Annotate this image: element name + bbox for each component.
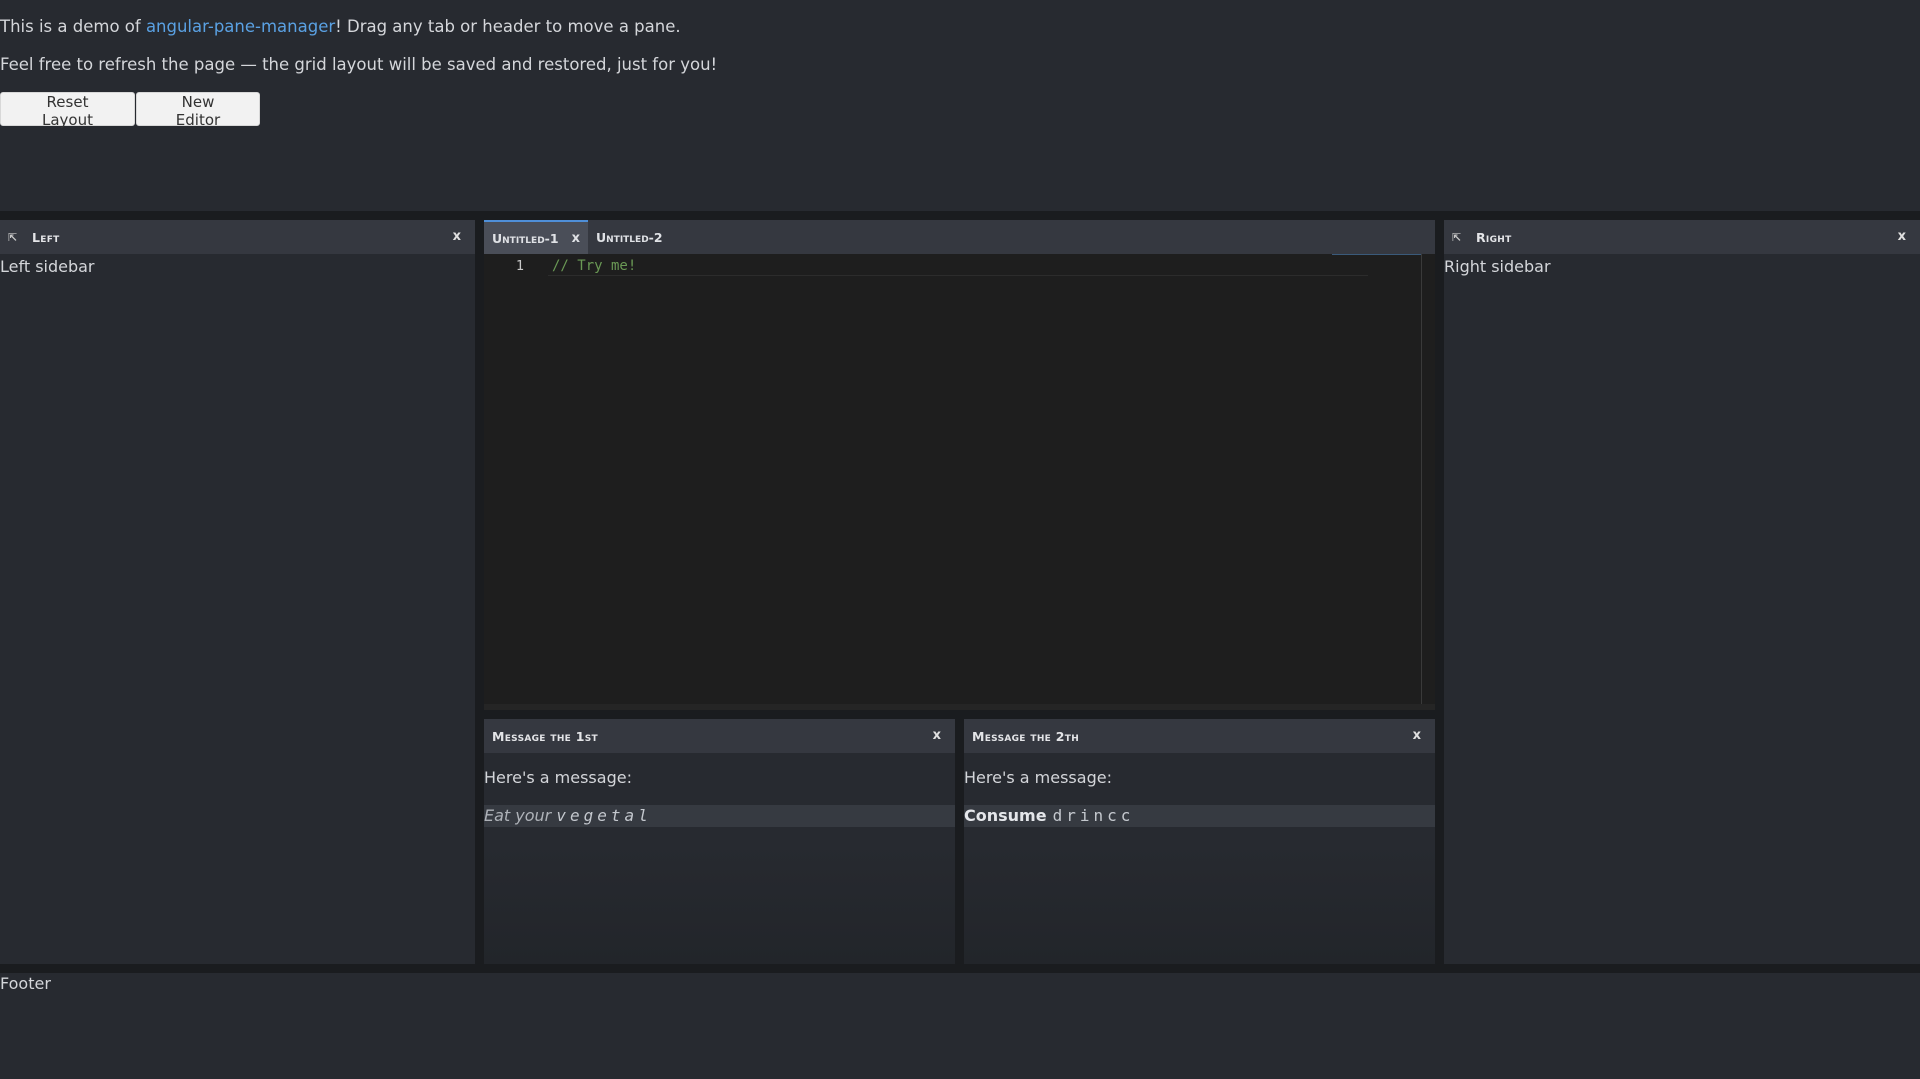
minimap-slider[interactable] — [1332, 254, 1422, 255]
new-editor-button[interactable]: New Editor — [136, 92, 260, 129]
left-pane-title: Left — [32, 229, 60, 245]
message-1-italic: Eat your — [484, 806, 552, 825]
left-pane-body: Left sidebar — [0, 257, 95, 276]
message-1-close-button[interactable]: x — [933, 728, 941, 743]
pane-fade — [964, 844, 1435, 964]
tab-close-button[interactable]: x — [572, 231, 580, 246]
message-1-spaced: vegetal — [556, 806, 652, 825]
editor-tab-bar: Untitled-1 x Untitled-2 — [484, 220, 1435, 254]
intro: This is a demo of angular-pane-manager! … — [0, 17, 717, 75]
message-1-field[interactable]: Eat your vegetal — [484, 805, 955, 827]
intro-line-2: Feel free to refresh the page — the grid… — [0, 55, 718, 74]
code-editor[interactable]: 1 // Try me! — [484, 254, 1435, 710]
message-1-pane: Message the 1st x Here's a message: Eat … — [484, 719, 955, 964]
editor-messages-gutter[interactable] — [484, 710, 1435, 719]
tab-untitled-1[interactable]: Untitled-1 x — [484, 220, 588, 254]
right-pane: ⇱ Right x Right sidebar — [1444, 220, 1920, 964]
message-1-header[interactable]: Message the 1st x — [484, 719, 955, 753]
right-pane-body: Right sidebar — [1444, 257, 1551, 276]
left-pane-header[interactable]: ⇱ Left x — [0, 220, 475, 254]
message-2-body: Here's a message: Consume drincc — [964, 753, 1435, 827]
message-2-spaced: drincc — [1052, 806, 1135, 825]
right-pane-close-button[interactable]: x — [1898, 229, 1906, 244]
bottom-divider[interactable] — [0, 964, 1920, 973]
pane-fade — [484, 844, 955, 964]
tab-untitled-1-label: Untitled-1 — [492, 230, 559, 246]
code-comment: // Try me! — [552, 258, 637, 274]
action-buttons: Reset Layout New Editor — [0, 92, 260, 129]
intro-text: This is a demo of — [0, 17, 146, 36]
message-2-header[interactable]: Message the 2th x — [964, 719, 1435, 753]
message-2-close-button[interactable]: x — [1413, 728, 1421, 743]
reset-layout-button[interactable]: Reset Layout — [0, 92, 135, 129]
line-number: 1 — [515, 258, 524, 274]
message-2-bold: Consume — [964, 806, 1047, 825]
messages-gutter[interactable] — [955, 719, 964, 964]
left-gutter[interactable] — [475, 220, 484, 964]
pin-icon: ⇱ — [8, 230, 18, 244]
intro-line-1: This is a demo of angular-pane-manager! … — [0, 17, 717, 37]
intro-text-suffix: ! Drag any tab or header to move a pane. — [335, 17, 681, 36]
editor-pane: Untitled-1 x Untitled-2 1 // Try me! — [484, 220, 1435, 710]
message-1-body: Here's a message: Eat your vegetal — [484, 753, 955, 827]
left-pane: ⇱ Left x Left sidebar — [0, 220, 475, 964]
editor-line: 1 // Try me! — [484, 258, 1435, 277]
message-2-field[interactable]: Consume drincc — [964, 805, 1435, 827]
message-2-pane: Message the 2th x Here's a message: Cons… — [964, 719, 1435, 964]
top-divider[interactable] — [0, 211, 1920, 220]
message-2-label: Here's a message: — [964, 768, 1112, 787]
right-pane-header[interactable]: ⇱ Right x — [1444, 220, 1920, 254]
pin-icon: ⇱ — [1452, 230, 1462, 244]
minimap-border — [1421, 254, 1422, 710]
tab-untitled-2[interactable]: Untitled-2 — [588, 220, 671, 254]
right-gutter[interactable] — [1435, 220, 1444, 964]
right-pane-title: Right — [1476, 229, 1512, 245]
message-2-title: Message the 2th — [972, 728, 1080, 744]
angular-pane-manager-link[interactable]: angular-pane-manager — [146, 17, 335, 36]
message-1-label: Here's a message: — [484, 768, 632, 787]
message-1-title: Message the 1st — [492, 728, 598, 744]
left-pane-close-button[interactable]: x — [453, 229, 461, 244]
footer: Footer — [0, 974, 51, 993]
tab-untitled-2-label: Untitled-2 — [596, 229, 663, 245]
